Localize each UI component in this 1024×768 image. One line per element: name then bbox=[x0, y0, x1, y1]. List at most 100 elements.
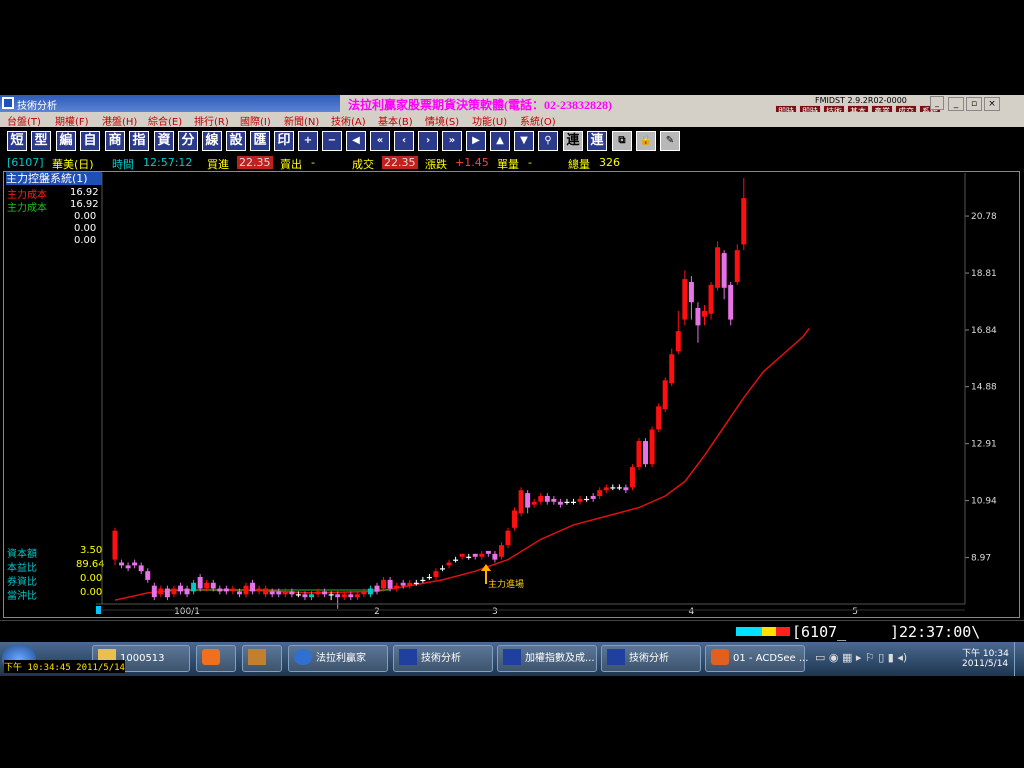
candle-body[interactable] bbox=[564, 501, 570, 503]
candle-body[interactable] bbox=[721, 253, 727, 288]
candle-body[interactable] bbox=[230, 588, 236, 592]
candle-body[interactable] bbox=[125, 565, 131, 569]
candle-body[interactable] bbox=[282, 591, 288, 595]
candle-body[interactable] bbox=[479, 553, 485, 557]
candle-body[interactable] bbox=[302, 594, 308, 598]
candle-body[interactable] bbox=[223, 588, 229, 592]
candle-body[interactable] bbox=[295, 594, 301, 596]
candle-body[interactable] bbox=[426, 576, 432, 579]
candle-body[interactable] bbox=[603, 487, 609, 491]
candle-body[interactable] bbox=[577, 498, 583, 502]
candle-body[interactable] bbox=[243, 585, 249, 595]
candle-body[interactable] bbox=[551, 498, 557, 502]
candle-body[interactable] bbox=[158, 588, 164, 595]
candle-body[interactable] bbox=[269, 591, 275, 595]
candle-body[interactable] bbox=[328, 594, 334, 596]
candle-body[interactable] bbox=[236, 591, 242, 595]
candle-body[interactable] bbox=[276, 591, 282, 595]
candle-body[interactable] bbox=[629, 467, 635, 488]
candle-body[interactable] bbox=[433, 571, 439, 577]
candle-body[interactable] bbox=[512, 510, 518, 528]
candle-body[interactable] bbox=[374, 585, 380, 592]
candle-body[interactable] bbox=[191, 582, 197, 592]
candle-body[interactable] bbox=[178, 585, 183, 592]
candle-body[interactable] bbox=[525, 493, 531, 508]
candle-body[interactable] bbox=[341, 594, 347, 598]
candle-body[interactable] bbox=[715, 247, 721, 288]
candle-body[interactable] bbox=[263, 588, 269, 595]
candle-body[interactable] bbox=[643, 441, 649, 465]
candle-body[interactable] bbox=[557, 501, 563, 505]
candle-body[interactable] bbox=[217, 588, 223, 592]
taskbar-technical-analysis-1[interactable]: 技術分析 bbox=[393, 645, 493, 672]
candle-body[interactable] bbox=[289, 591, 295, 595]
candle-body[interactable] bbox=[688, 282, 694, 303]
candle-body[interactable] bbox=[610, 487, 616, 489]
candle-body[interactable] bbox=[597, 490, 603, 496]
candle-body[interactable] bbox=[361, 591, 367, 595]
candle-body[interactable] bbox=[145, 571, 151, 580]
candle-body[interactable] bbox=[151, 585, 157, 598]
candle-body[interactable] bbox=[485, 550, 491, 554]
candle-body[interactable] bbox=[675, 331, 681, 352]
candle-body[interactable] bbox=[394, 585, 400, 589]
candle-body[interactable] bbox=[171, 588, 177, 595]
tray-date[interactable]: 2011/5/14 bbox=[962, 659, 1008, 669]
candle-body[interactable] bbox=[623, 487, 629, 491]
candle-body[interactable] bbox=[505, 530, 511, 546]
candle-body[interactable] bbox=[132, 562, 138, 566]
candle-body[interactable] bbox=[682, 279, 688, 320]
candle-body[interactable] bbox=[734, 250, 740, 282]
tray-time[interactable]: 下午 10:34 bbox=[962, 646, 1009, 659]
candle-body[interactable] bbox=[616, 487, 622, 489]
candle-body[interactable] bbox=[741, 198, 747, 245]
taskbar-media-player[interactable] bbox=[196, 645, 236, 672]
candle-body[interactable] bbox=[518, 490, 524, 514]
candle-body[interactable] bbox=[498, 545, 504, 557]
candle-body[interactable] bbox=[636, 441, 642, 468]
candle-body[interactable] bbox=[407, 582, 413, 586]
candle-body[interactable] bbox=[544, 496, 550, 502]
candle-body[interactable] bbox=[728, 284, 734, 320]
candle-body[interactable] bbox=[256, 588, 262, 592]
taskbar-technical-analysis-2[interactable]: 技術分析 bbox=[601, 645, 701, 672]
candle-body[interactable] bbox=[440, 568, 445, 570]
candle-body[interactable] bbox=[400, 582, 406, 586]
candlestick-chart[interactable]: 20.78 18.81 16.84 14.88 12.91 10.94 8.97 100/1 2… bbox=[0, 0, 1024, 640]
taskbar-ferrari-winner[interactable]: 法拉利贏家 bbox=[288, 645, 388, 672]
candle-body[interactable] bbox=[367, 588, 373, 595]
candle-body[interactable] bbox=[309, 594, 314, 598]
candle-body[interactable] bbox=[538, 496, 544, 502]
scroll-handle[interactable] bbox=[96, 606, 101, 614]
candle-body[interactable] bbox=[250, 582, 256, 592]
candle-body[interactable] bbox=[420, 579, 426, 582]
candle-body[interactable] bbox=[584, 498, 590, 501]
candle-body[interactable] bbox=[381, 579, 387, 589]
candle-body[interactable] bbox=[204, 582, 210, 589]
candle-body[interactable] bbox=[210, 582, 216, 589]
candle-body[interactable] bbox=[413, 582, 419, 584]
candle-body[interactable] bbox=[197, 576, 203, 589]
candle-body[interactable] bbox=[387, 579, 393, 589]
candle-body[interactable] bbox=[656, 406, 662, 430]
candle-body[interactable] bbox=[459, 553, 465, 557]
candle-body[interactable] bbox=[702, 310, 707, 317]
candle-body[interactable] bbox=[453, 559, 459, 561]
candle-body[interactable] bbox=[466, 556, 472, 558]
taskbar-app[interactable] bbox=[242, 645, 282, 672]
taskbar-weighted-index[interactable]: 加權指數及成... bbox=[497, 645, 597, 672]
candle-body[interactable] bbox=[315, 591, 321, 595]
candle-body[interactable] bbox=[590, 496, 596, 499]
candle-body[interactable] bbox=[112, 530, 118, 560]
candle-body[interactable] bbox=[119, 562, 125, 566]
candle-body[interactable] bbox=[348, 594, 354, 598]
candle-body[interactable] bbox=[322, 591, 328, 595]
candle-body[interactable] bbox=[531, 501, 537, 505]
candle-body[interactable] bbox=[571, 501, 576, 503]
candle-body[interactable] bbox=[164, 588, 170, 598]
candle-body[interactable] bbox=[446, 562, 452, 566]
system-tray-icons[interactable]: ▭ ◉ ▦ ▸ ⚐ ▯ ▮ ◂) bbox=[815, 651, 907, 664]
candle-body[interactable] bbox=[669, 354, 675, 384]
candle-body[interactable] bbox=[708, 284, 714, 314]
candle-body[interactable] bbox=[335, 594, 341, 598]
